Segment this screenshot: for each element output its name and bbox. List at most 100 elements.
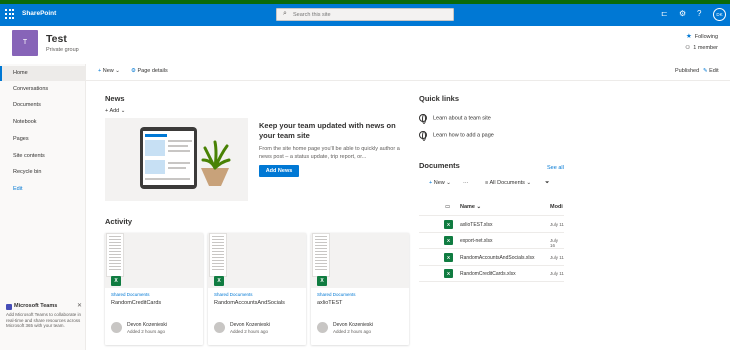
filter-icon[interactable]: ⏷ xyxy=(545,180,549,187)
teams-promo: Microsoft Teams Add Microsoft Teams to c… xyxy=(6,304,84,329)
globe-icon xyxy=(419,131,427,141)
activity-heading: Activity xyxy=(105,217,133,226)
pencil-icon: ✎ xyxy=(703,68,708,74)
column-name[interactable]: Name ⌄ xyxy=(460,204,481,210)
documents-heading: Documents xyxy=(419,161,460,170)
command-bar: + New ⌄ ⚙ Page details Published ✎ Edit xyxy=(86,64,730,81)
news-illustration xyxy=(105,118,248,201)
avatar xyxy=(111,322,122,333)
star-icon: ★ xyxy=(685,33,692,40)
card-time: Added 2 hours ago xyxy=(230,329,269,334)
gear-icon: ⚙ xyxy=(131,68,136,74)
table-row[interactable]: X axlioTEST.xlsx July 11 xyxy=(419,217,564,233)
search-box[interactable]: ⌕ xyxy=(276,8,454,21)
edit-button[interactable]: ✎ Edit xyxy=(703,68,719,74)
excel-icon: X xyxy=(444,220,453,229)
chevron-down-icon: ⌄ xyxy=(115,68,120,74)
file-type-icon[interactable]: ▭ xyxy=(445,204,450,210)
doc-new-button[interactable]: + New ⌄ xyxy=(429,180,451,186)
avatar xyxy=(317,322,328,333)
column-modified[interactable]: Modi xyxy=(550,204,563,210)
activity-card[interactable]: X Shared Documents RandomAccountsAndSoci… xyxy=(208,233,306,345)
file-name[interactable]: RandomCreditCards.xlsx xyxy=(460,271,516,277)
card-source: Shared Documents xyxy=(111,292,150,297)
file-modified: July 11 xyxy=(550,255,564,260)
news-promo-title: Keep your team updated with news on your… xyxy=(259,121,396,140)
page-details-button[interactable]: ⚙ Page details xyxy=(131,68,168,74)
help-icon[interactable]: ? xyxy=(697,9,701,19)
table-row[interactable]: X export-net.xlsx July 16 xyxy=(419,233,564,249)
card-title: RandomCreditCards xyxy=(111,300,162,306)
members-button[interactable]: ⚇ 1 member xyxy=(685,45,718,51)
nav-item-documents[interactable]: Documents xyxy=(0,98,86,113)
nav-item-recycle-bin[interactable]: Recycle bin xyxy=(0,165,86,180)
file-modified: July 11 xyxy=(550,222,564,227)
card-author: Devon Kozenieski xyxy=(333,322,374,328)
following-button[interactable]: ★ Following xyxy=(686,32,718,40)
card-author: Devon Kozenieski xyxy=(127,322,168,328)
excel-icon: X xyxy=(444,253,453,262)
nav-item-site-contents[interactable]: Site contents xyxy=(0,149,86,164)
documents-table-header: ▭ Name ⌄ Modi xyxy=(419,199,564,216)
news-promo-text: From the site home page you'll be able t… xyxy=(259,146,400,160)
close-icon[interactable]: ✕ xyxy=(77,302,82,309)
plus-icon: + xyxy=(429,180,433,186)
nav-item-notebook[interactable]: Notebook xyxy=(0,115,86,130)
megaphone-icon[interactable]: ⊏ xyxy=(661,9,668,19)
teams-icon xyxy=(6,304,12,310)
suite-bar: SharePoint ⌕ ⊏ ⚙ ? DK xyxy=(0,0,730,26)
excel-icon: X xyxy=(444,236,453,245)
nav-item-conversations[interactable]: Conversations xyxy=(0,82,86,97)
activity-card[interactable]: X Shared Documents RandomCreditCards Dev… xyxy=(105,233,203,345)
site-title[interactable]: Test xyxy=(46,33,67,45)
nav-item-pages[interactable]: Pages xyxy=(0,132,86,147)
card-title: RandomAccountsAndSocials xyxy=(214,300,285,306)
file-name[interactable]: export-net.xlsx xyxy=(460,238,493,244)
site-subtitle: Private group xyxy=(46,47,79,53)
card-time: Added 2 hours ago xyxy=(127,329,166,334)
avatar xyxy=(214,322,225,333)
card-time: Added 2 hours ago xyxy=(333,329,372,334)
view-selector[interactable]: ≡ All Documents ⌄ xyxy=(485,180,531,186)
table-row[interactable]: X RandomAccountsAndSocials.xlsx July 11 xyxy=(419,250,564,266)
see-all-link[interactable]: See all xyxy=(547,165,564,171)
nav-edit-link[interactable]: Edit xyxy=(0,182,86,197)
list-icon: ≡ xyxy=(485,180,489,186)
excel-icon: X xyxy=(111,276,121,286)
publish-status: Published xyxy=(675,68,700,74)
add-news-button[interactable]: Add News xyxy=(259,165,299,177)
card-author: Devon Kozenieski xyxy=(230,322,271,328)
news-heading: News xyxy=(105,94,125,103)
new-button[interactable]: + New ⌄ xyxy=(98,68,120,74)
news-add-button[interactable]: + Add ⌄ xyxy=(105,108,125,114)
app-name[interactable]: SharePoint xyxy=(22,10,56,17)
search-icon: ⌕ xyxy=(283,10,287,17)
excel-icon: X xyxy=(444,269,453,278)
file-modified: July 16 xyxy=(550,238,559,248)
table-row[interactable]: X RandomCreditCards.xlsx July 11 xyxy=(419,266,564,282)
user-avatar[interactable]: DK xyxy=(713,8,726,21)
quick-link-item[interactable]: Learn how to add a page xyxy=(419,131,494,141)
person-icon: ⚇ xyxy=(685,45,691,51)
globe-icon xyxy=(419,114,427,124)
file-name[interactable]: axlioTEST.xlsx xyxy=(460,222,493,228)
nav-item-home[interactable]: Home xyxy=(0,66,86,81)
site-logo[interactable]: T xyxy=(12,30,38,56)
activity-card[interactable]: X Shared Documents axlioTEST Devon Kozen… xyxy=(311,233,409,345)
more-options-icon[interactable]: ··· xyxy=(463,180,469,186)
excel-icon: X xyxy=(214,276,224,286)
quick-link-item[interactable]: Learn about a team site xyxy=(419,114,491,124)
file-modified: July 11 xyxy=(550,271,564,276)
card-source: Shared Documents xyxy=(317,292,356,297)
plus-icon: + xyxy=(98,68,102,74)
left-navigation: Home Conversations Documents Notebook Pa… xyxy=(0,64,86,350)
card-source: Shared Documents xyxy=(214,292,253,297)
excel-icon: X xyxy=(317,276,327,286)
teams-promo-text[interactable]: Add Microsoft Teams to collaborate in re… xyxy=(6,312,84,329)
search-input[interactable] xyxy=(293,10,443,20)
card-title: axlioTEST xyxy=(317,300,343,306)
quick-links-heading: Quick links xyxy=(419,94,460,103)
file-name[interactable]: RandomAccountsAndSocials.xlsx xyxy=(460,255,534,261)
gear-icon[interactable]: ⚙ xyxy=(679,9,686,19)
app-launcher-icon[interactable] xyxy=(5,9,15,19)
